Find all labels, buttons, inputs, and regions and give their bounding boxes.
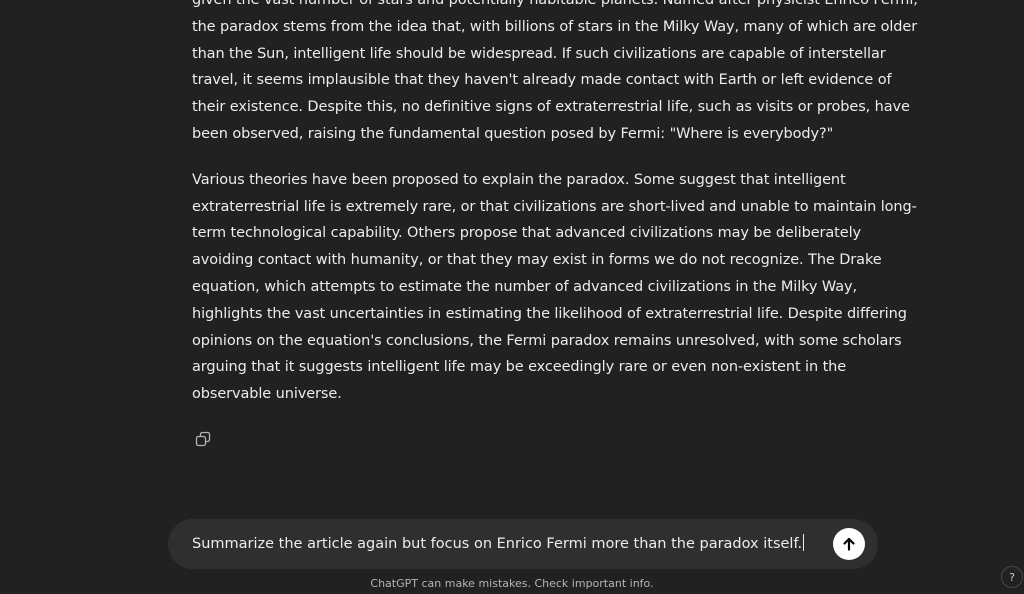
message-line: observable universe. <box>192 386 342 403</box>
message-line: than the Sun, intelligent life should be… <box>192 45 886 62</box>
disclaimer-text: ChatGPT can make mistakes. Check importa… <box>370 577 654 590</box>
assistant-message: given the vast number of stars and poten… <box>192 0 918 427</box>
message-line: arguing that it suggests intelligent lif… <box>192 359 847 376</box>
message-line: their existence. Despite this, no defini… <box>192 99 910 116</box>
message-composer: Summarize the article again but focus on… <box>168 519 878 569</box>
arrow-up-icon <box>843 537 855 551</box>
text-caret <box>803 534 805 551</box>
message-line: equation, which attempts to estimate the… <box>192 278 857 295</box>
prompt-input[interactable]: Summarize the article again but focus on… <box>192 519 812 569</box>
message-line: the paradox stems from the idea that, wi… <box>192 18 918 35</box>
message-line: Various theories have been proposed to e… <box>192 171 846 188</box>
message-paragraph: Various theories have been proposed to e… <box>192 167 917 408</box>
message-line: been observed, raising the fundamental q… <box>192 125 834 142</box>
message-line: given the vast number of stars and poten… <box>192 0 918 8</box>
help-button[interactable]: ? <box>1001 566 1023 588</box>
copy-button[interactable] <box>192 428 214 450</box>
message-line: highlights the vast uncertainties in est… <box>192 305 907 322</box>
message-line: opinions on the equation's conclusions, … <box>192 332 902 349</box>
prompt-input-text: Summarize the article again but focus on… <box>192 536 803 552</box>
message-line: travel, it seems implausible that they h… <box>192 72 892 89</box>
copy-icon <box>195 431 211 447</box>
send-button[interactable] <box>833 528 865 560</box>
help-button-label: ? <box>1009 570 1015 584</box>
message-line: avoiding contact with humanity, or that … <box>192 252 882 269</box>
message-line: term technological capability. Others pr… <box>192 225 861 242</box>
conversation-pane: given the vast number of stars and poten… <box>0 0 1024 520</box>
message-line: extraterrestrial life is extremely rare,… <box>192 198 917 215</box>
message-paragraph: given the vast number of stars and poten… <box>192 0 918 148</box>
